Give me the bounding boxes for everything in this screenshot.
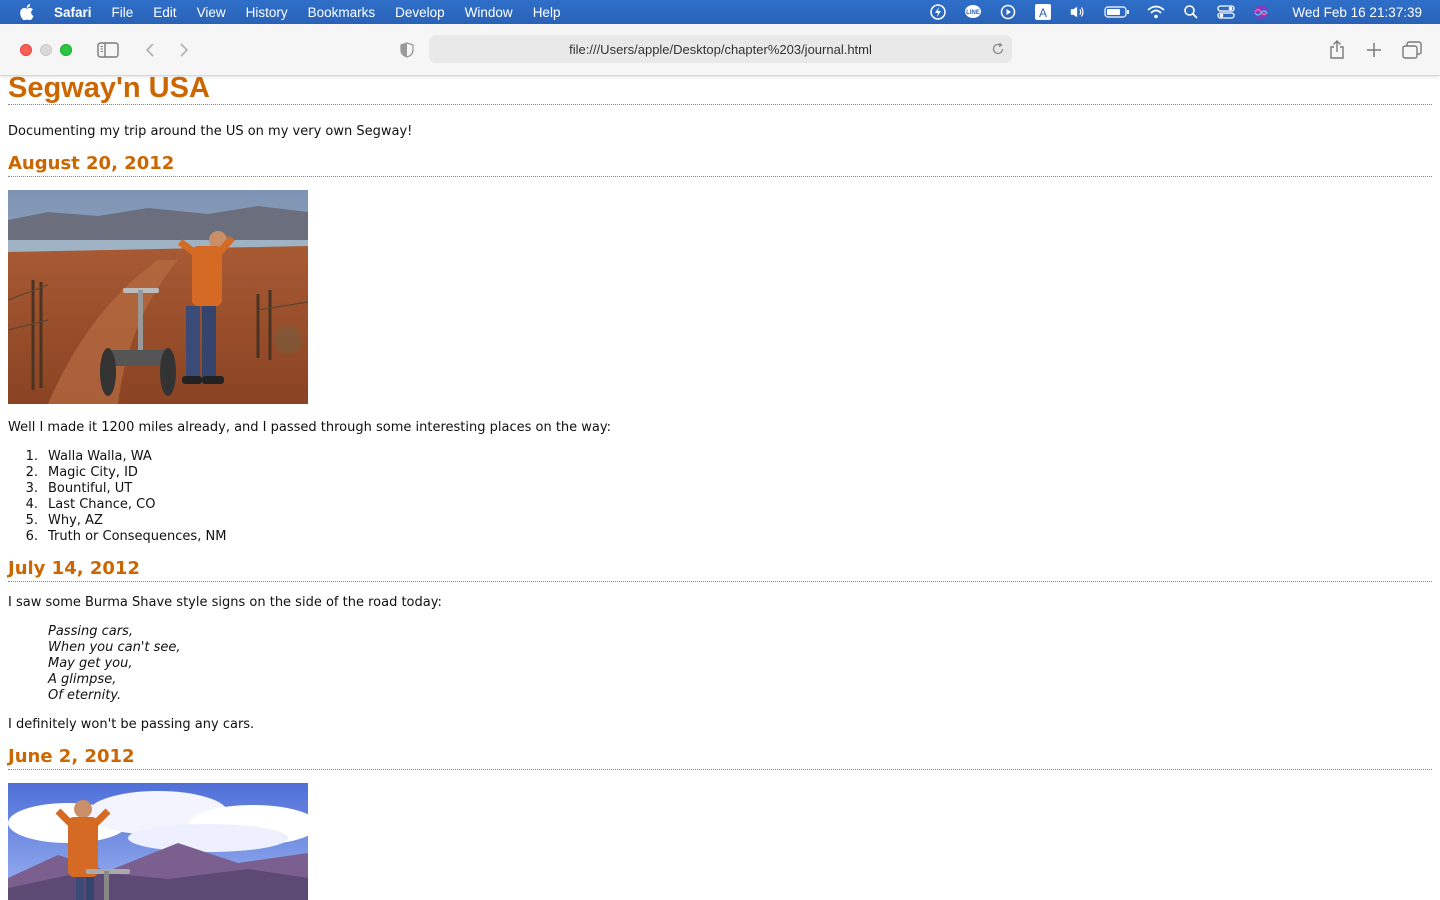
- burma-shave-verse: Passing cars, When you can't see, May ge…: [48, 624, 181, 704]
- menu-safari[interactable]: Safari: [54, 5, 92, 20]
- verse-line: When you can't see,: [48, 640, 181, 655]
- menu-window[interactable]: Window: [465, 5, 513, 20]
- share-icon[interactable]: [1325, 38, 1349, 62]
- mountain-segway-photo: [8, 783, 308, 900]
- verse-line: May get you,: [48, 656, 133, 671]
- control-center-icon[interactable]: [1217, 4, 1236, 20]
- menubar-clock[interactable]: Wed Feb 16 21:37:39: [1292, 5, 1422, 20]
- tab-overview-icon[interactable]: [1400, 38, 1424, 62]
- verse-line: A glimpse,: [48, 672, 117, 687]
- volume-icon[interactable]: [1069, 4, 1087, 20]
- svg-text:LINE: LINE: [967, 10, 981, 16]
- zoom-window-button[interactable]: [60, 44, 72, 56]
- back-chevron-icon[interactable]: [138, 38, 162, 62]
- menu-edit[interactable]: Edit: [153, 5, 176, 20]
- reload-icon[interactable]: [990, 41, 1006, 57]
- desert-segway-photo: [8, 190, 308, 404]
- entry-closing-text: I definitely won't be passing any cars.: [8, 717, 255, 732]
- line-icon[interactable]: LINE: [964, 4, 982, 20]
- address-bar[interactable]: file:///Users/apple/Desktop/chapter%203/…: [429, 35, 1012, 63]
- url-text[interactable]: file:///Users/apple/Desktop/chapter%203/…: [569, 42, 872, 57]
- menu-develop[interactable]: Develop: [395, 5, 445, 20]
- browser-toolbar: file:///Users/apple/Desktop/chapter%203/…: [0, 24, 1440, 76]
- keyboard-a-icon[interactable]: A: [1034, 4, 1052, 20]
- menu-help[interactable]: Help: [533, 5, 561, 20]
- wifi-icon[interactable]: [1147, 4, 1165, 20]
- apple-icon[interactable]: [20, 4, 36, 20]
- page-title: Segway'n USA: [8, 76, 1432, 105]
- minimize-window-button[interactable]: [40, 44, 52, 56]
- battery-icon[interactable]: [1104, 4, 1130, 20]
- web-page: Segway'n USA Documenting my trip around …: [0, 76, 1440, 900]
- verse-line: Passing cars,: [48, 624, 133, 639]
- menu-bar: Safari File Edit View History Bookmarks …: [0, 0, 1440, 24]
- entry-text: I saw some Burma Shave style signs on th…: [8, 595, 442, 610]
- sidebar-toggle-icon[interactable]: [96, 38, 120, 62]
- menu-bookmarks[interactable]: Bookmarks: [308, 5, 376, 20]
- siri-icon[interactable]: [1252, 4, 1270, 20]
- entry-date-heading: August 20, 2012: [8, 153, 1432, 177]
- forward-chevron-icon[interactable]: [172, 38, 196, 62]
- menu-history[interactable]: History: [246, 5, 288, 20]
- bolt-icon[interactable]: [929, 4, 947, 20]
- intro-text: Documenting my trip around the US on my …: [8, 124, 413, 139]
- svg-text:A: A: [1039, 6, 1047, 20]
- entry-text: Well I made it 1200 miles already, and I…: [8, 420, 612, 435]
- play-icon[interactable]: [999, 4, 1017, 20]
- menu-file[interactable]: File: [112, 5, 134, 20]
- verse-line: Of eternity.: [48, 688, 122, 703]
- menu-view[interactable]: View: [197, 5, 226, 20]
- search-icon[interactable]: [1182, 4, 1200, 20]
- privacy-shield-icon[interactable]: [395, 38, 419, 62]
- entry-date-heading: June 2, 2012: [8, 746, 1432, 770]
- close-window-button[interactable]: [20, 44, 32, 56]
- new-tab-plus-icon[interactable]: [1362, 38, 1386, 62]
- entry-date-heading: July 14, 2012: [8, 558, 1432, 582]
